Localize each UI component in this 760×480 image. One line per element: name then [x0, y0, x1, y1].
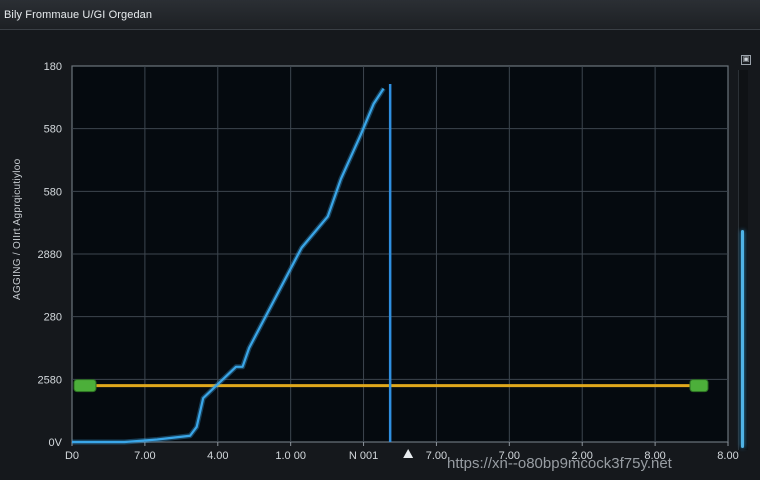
line-chart: 180 580 580 2880 280 2580 0V D0 7.00 4.00 1.0 00 N…	[38, 61, 739, 462]
x-tick-label: 8.00	[717, 450, 738, 462]
y-tick-label: 280	[44, 312, 62, 324]
x-tick-label: 1.0 00	[275, 450, 306, 462]
window-corner-button[interactable]: ▣	[741, 55, 751, 65]
x-tick-label: N 001	[349, 450, 378, 462]
x-tick-label: D0	[65, 450, 79, 462]
y-tick-label: 580	[44, 186, 62, 198]
watermark-url: https://xn--o80bp9mcock3f75y.net	[447, 455, 672, 472]
x-tick-label: 4.00	[207, 450, 228, 462]
x-tick-label: 7.00	[134, 450, 155, 462]
y-tick-label: 180	[44, 61, 62, 73]
y-tick-label: 0V	[49, 437, 63, 449]
y-tick-label: 2580	[38, 374, 62, 386]
y-tick-label: 580	[44, 124, 62, 136]
y-ticks: 180 580 580 2880 280 2580 0V	[38, 61, 63, 449]
scrollbar-thumb[interactable]	[741, 230, 744, 448]
y-tick-label: 2880	[38, 249, 62, 261]
threshold-handle-left	[73, 379, 97, 393]
cursor-marker	[403, 449, 414, 458]
threshold-handle-right	[689, 379, 709, 393]
x-tick-label: 7.00	[426, 450, 447, 462]
